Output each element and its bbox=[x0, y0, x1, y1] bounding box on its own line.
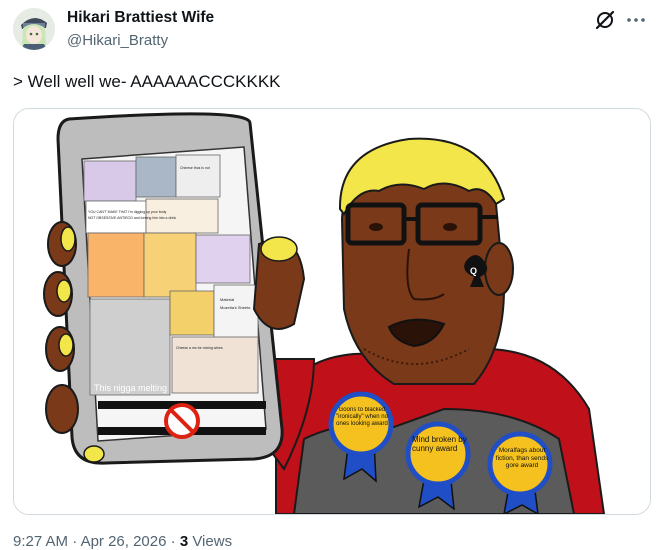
svg-text:Chinese thus is not: Chinese thus is not bbox=[180, 166, 210, 170]
svg-text:NOT OBSESSIVE ANTIEGO and turn: NOT OBSESSIVE ANTIEGO and turning him in… bbox=[88, 216, 176, 220]
avatar[interactable] bbox=[13, 8, 55, 50]
wojak-meme-illustration: Q This nigga melting YOU CAN'T MAKE THAT… bbox=[14, 109, 650, 514]
views-label: Views bbox=[192, 533, 233, 550]
tweet-date[interactable]: Apr 26, 2026 bbox=[81, 533, 167, 550]
svg-text:Cheese a ms for mixing wines: Cheese a ms for mixing wines bbox=[176, 346, 223, 350]
meta-separator: · bbox=[72, 533, 78, 550]
svg-text:YOU CAN'T MAKE THAT I'm diggin: YOU CAN'T MAKE THAT I'm digging up your … bbox=[88, 210, 167, 214]
badge-2-text: Mind broken by cunny award bbox=[412, 435, 467, 453]
svg-text:Mozetia's Sheets: Mozetia's Sheets bbox=[220, 305, 250, 310]
more-icon[interactable] bbox=[625, 10, 647, 30]
avatar-image bbox=[13, 8, 55, 50]
svg-text:Q: Q bbox=[470, 266, 477, 276]
svg-text:Material: Material bbox=[220, 297, 234, 302]
meta-separator-2: · bbox=[170, 533, 176, 550]
badge-1-text: Goons to blacked "ironically" when no on… bbox=[336, 407, 388, 427]
tweet-media-image[interactable]: Q This nigga melting YOU CAN'T MAKE THAT… bbox=[13, 108, 651, 515]
tweet-text: > Well well we- AAAAAACCCKKKK bbox=[13, 72, 281, 91]
tweet-time[interactable]: 9:27 AM bbox=[13, 533, 68, 550]
tweet-meta: 9:27 AM · Apr 26, 2026 · 3 Views bbox=[13, 533, 232, 550]
badge-3-text: Moralfags about fiction, than sends gore… bbox=[495, 447, 549, 469]
phone-caption: This nigga melting bbox=[94, 383, 167, 393]
grok-icon[interactable] bbox=[594, 9, 616, 31]
author-display-name[interactable]: Hikari Brattiest Wife bbox=[67, 9, 214, 27]
views-count: 3 bbox=[179, 533, 189, 550]
prohibited-symbol-icon bbox=[164, 403, 200, 439]
author-handle[interactable]: @Hikari_Bratty bbox=[67, 32, 168, 49]
